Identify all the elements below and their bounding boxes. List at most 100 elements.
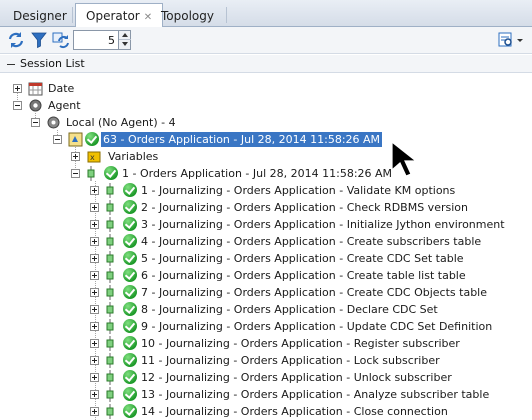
expand-icon[interactable]: [90, 288, 99, 297]
task-label: 13 - Journalizing - Orders Application -…: [141, 388, 490, 401]
collapse-icon[interactable]: [53, 135, 62, 144]
task-icon: [106, 387, 114, 402]
tree-node-variables[interactable]: x Variables: [0, 148, 532, 165]
collapse-icon[interactable]: [71, 169, 80, 178]
agent-icon: [47, 116, 60, 129]
step-icon: [87, 166, 95, 181]
task-icon: [106, 353, 114, 368]
task-label: 12 - Journalizing - Orders Application -…: [141, 371, 452, 384]
task-label: 9 - Journalizing - Orders Application - …: [141, 320, 493, 333]
task-label: 3 - Journalizing - Orders Application - …: [141, 218, 505, 231]
task-row[interactable]: 12 - Journalizing - Orders Application -…: [0, 369, 532, 386]
spinner-buttons: [118, 31, 131, 49]
tree-node-agent[interactable]: Agent: [0, 97, 532, 114]
tab-topology-label: Topology: [161, 9, 214, 23]
success-check-icon: [123, 200, 137, 214]
task-row[interactable]: 2 - Journalizing - Orders Application - …: [0, 199, 532, 216]
tab-separator: [226, 7, 227, 23]
tab-bar: Designer Operator ✕ Topology: [0, 0, 532, 28]
task-row[interactable]: 9 - Journalizing - Orders Application - …: [0, 318, 532, 335]
success-check-icon: [123, 353, 137, 367]
success-check-icon: [123, 251, 137, 265]
task-row[interactable]: 3 - Journalizing - Orders Application - …: [0, 216, 532, 233]
task-label: 10 - Journalizing - Orders Application -…: [141, 337, 460, 350]
task-label: 8 - Journalizing - Orders Application - …: [141, 303, 438, 316]
expand-icon[interactable]: [90, 271, 99, 280]
tree-node-step[interactable]: 1 - Orders Application - Jul 28, 2014 11…: [0, 165, 532, 182]
task-row[interactable]: 7 - Journalizing - Orders Application - …: [0, 284, 532, 301]
task-row[interactable]: 8 - Journalizing - Orders Application - …: [0, 301, 532, 318]
expand-icon[interactable]: [90, 322, 99, 331]
calendar-icon: [28, 82, 43, 96]
toolbar: [0, 27, 532, 54]
expand-icon[interactable]: [90, 237, 99, 246]
task-row[interactable]: 13 - Journalizing - Orders Application -…: [0, 386, 532, 403]
filter-icon[interactable]: [29, 30, 49, 50]
expand-icon[interactable]: [90, 373, 99, 382]
task-icon: [106, 404, 114, 419]
success-check-icon: [123, 336, 137, 350]
task-label: 2 - Journalizing - Orders Application - …: [141, 201, 468, 214]
task-icon: [106, 370, 114, 385]
gear-icon: [29, 99, 42, 112]
refresh-icon[interactable]: [6, 30, 26, 50]
success-check-icon: [123, 404, 137, 418]
task-icon: [106, 302, 114, 317]
expand-icon[interactable]: [90, 186, 99, 195]
spinner-up-icon[interactable]: [119, 31, 131, 40]
expand-icon[interactable]: [90, 339, 99, 348]
tree-node-date[interactable]: Date: [0, 80, 532, 97]
expand-icon[interactable]: [90, 203, 99, 212]
task-label: 4 - Journalizing - Orders Application - …: [141, 235, 482, 248]
task-row[interactable]: 5 - Journalizing - Orders Application - …: [0, 250, 532, 267]
expand-icon[interactable]: [71, 152, 80, 161]
expand-icon[interactable]: [90, 305, 99, 314]
task-row[interactable]: 1 - Journalizing - Orders Application - …: [0, 182, 532, 199]
success-check-icon: [123, 268, 137, 282]
task-label: 7 - Journalizing - Orders Application - …: [141, 286, 488, 299]
tree-node-session[interactable]: 63 - Orders Application - Jul 28, 2014 1…: [0, 131, 532, 148]
task-label: 14 - Journalizing - Orders Application -…: [141, 405, 448, 418]
tab-topology[interactable]: Topology: [150, 3, 225, 27]
task-icon: [106, 336, 114, 351]
task-row[interactable]: 14 - Journalizing - Orders Application -…: [0, 403, 532, 420]
task-icon: [106, 251, 114, 266]
task-icon: [106, 183, 114, 198]
expand-icon[interactable]: [90, 220, 99, 229]
task-label: 5 - Journalizing - Orders Application - …: [141, 252, 464, 265]
tree-node-label: Agent: [48, 99, 81, 112]
expand-icon[interactable]: [90, 407, 99, 416]
task-row[interactable]: 6 - Journalizing - Orders Application - …: [0, 267, 532, 284]
expand-icon[interactable]: [90, 254, 99, 263]
tree-node-local-agent[interactable]: Local (No Agent) - 4: [0, 114, 532, 131]
tree-node-label: Variables: [108, 150, 159, 163]
task-icon: [106, 268, 114, 283]
svg-text:x: x: [90, 153, 95, 162]
task-row[interactable]: 4 - Journalizing - Orders Application - …: [0, 233, 532, 250]
spinner-down-icon[interactable]: [119, 40, 131, 49]
tab-designer[interactable]: Designer: [2, 3, 78, 27]
task-row[interactable]: 11 - Journalizing - Orders Application -…: [0, 352, 532, 369]
session-icon: [68, 132, 83, 147]
task-row[interactable]: 10 - Journalizing - Orders Application -…: [0, 335, 532, 352]
sessions-refresh-icon[interactable]: [51, 30, 71, 50]
expand-icon[interactable]: [90, 356, 99, 365]
expand-icon[interactable]: [90, 390, 99, 399]
expand-icon[interactable]: [13, 84, 22, 93]
collapse-icon[interactable]: [13, 101, 22, 110]
task-icon: [106, 200, 114, 215]
collapse-icon[interactable]: [31, 118, 40, 127]
tree-node-label: Local (No Agent) - 4: [66, 116, 176, 129]
success-check-icon: [123, 302, 137, 316]
rows-spinner-input[interactable]: [74, 31, 118, 49]
tab-separator: [72, 7, 73, 23]
session-list-header[interactable]: Session List: [0, 55, 532, 73]
collapse-icon[interactable]: [6, 59, 16, 69]
rows-spinner[interactable]: [73, 30, 131, 50]
search-settings-icon[interactable]: [496, 30, 526, 50]
task-icon: [106, 319, 114, 334]
success-check-icon: [123, 183, 137, 197]
mouse-cursor-icon: [391, 140, 418, 177]
task-icon: [106, 285, 114, 300]
variables-icon: x: [87, 151, 101, 163]
